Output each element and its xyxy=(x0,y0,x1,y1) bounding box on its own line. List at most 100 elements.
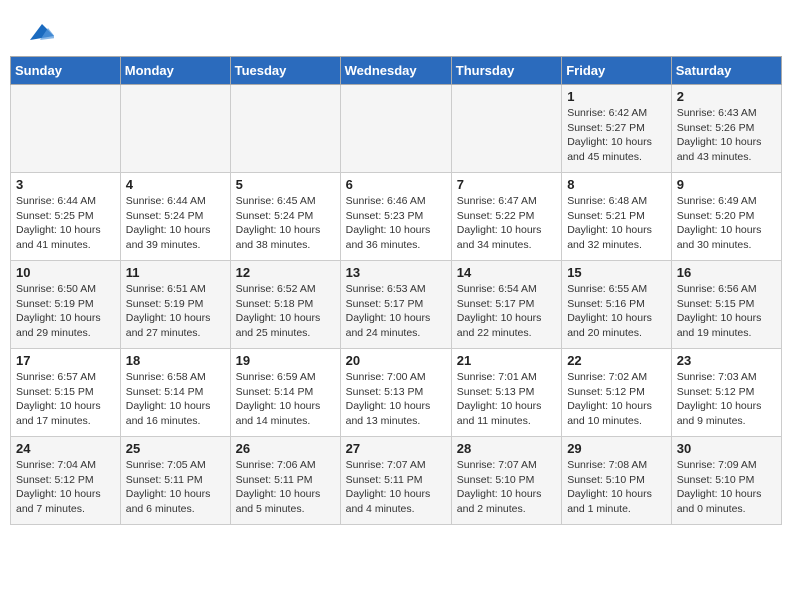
day-number: 8 xyxy=(567,177,666,192)
day-number: 5 xyxy=(236,177,335,192)
day-info: Sunrise: 7:07 AM Sunset: 5:11 PM Dayligh… xyxy=(346,458,446,517)
calendar-week-row: 10 Sunrise: 6:50 AM Sunset: 5:19 PM Dayli… xyxy=(11,261,782,349)
day-info: Sunrise: 7:09 AM Sunset: 5:10 PM Dayligh… xyxy=(677,458,776,517)
calendar-cell: 14 Sunrise: 6:54 AM Sunset: 5:17 PM Dayli… xyxy=(451,261,561,349)
calendar-cell xyxy=(120,85,230,173)
logo-icon xyxy=(22,16,54,48)
weekday-header: Saturday xyxy=(671,57,781,85)
weekday-header: Monday xyxy=(120,57,230,85)
day-number: 23 xyxy=(677,353,776,368)
calendar-table: SundayMondayTuesdayWednesdayThursdayFrid… xyxy=(10,56,782,525)
calendar-cell xyxy=(451,85,561,173)
day-info: Sunrise: 6:45 AM Sunset: 5:24 PM Dayligh… xyxy=(236,194,335,253)
weekday-header: Friday xyxy=(562,57,672,85)
calendar-cell: 12 Sunrise: 6:52 AM Sunset: 5:18 PM Dayli… xyxy=(230,261,340,349)
day-number: 28 xyxy=(457,441,556,456)
calendar-cell: 11 Sunrise: 6:51 AM Sunset: 5:19 PM Dayli… xyxy=(120,261,230,349)
page-header xyxy=(0,0,792,56)
day-info: Sunrise: 6:55 AM Sunset: 5:16 PM Dayligh… xyxy=(567,282,666,341)
calendar-cell: 1 Sunrise: 6:42 AM Sunset: 5:27 PM Daylig… xyxy=(562,85,672,173)
day-info: Sunrise: 7:03 AM Sunset: 5:12 PM Dayligh… xyxy=(677,370,776,429)
weekday-header: Thursday xyxy=(451,57,561,85)
day-info: Sunrise: 6:51 AM Sunset: 5:19 PM Dayligh… xyxy=(126,282,225,341)
calendar-cell: 10 Sunrise: 6:50 AM Sunset: 5:19 PM Dayli… xyxy=(11,261,121,349)
day-info: Sunrise: 6:47 AM Sunset: 5:22 PM Dayligh… xyxy=(457,194,556,253)
logo xyxy=(20,16,54,48)
day-number: 16 xyxy=(677,265,776,280)
calendar-cell: 26Sunrise: 7:06 AM Sunset: 5:11 PM Dayli… xyxy=(230,437,340,525)
calendar-cell: 6Sunrise: 6:46 AM Sunset: 5:23 PM Daylig… xyxy=(340,173,451,261)
day-number: 19 xyxy=(236,353,335,368)
calendar-cell: 18 Sunrise: 6:58 AM Sunset: 5:14 PM Dayli… xyxy=(120,349,230,437)
day-number: 10 xyxy=(16,265,115,280)
day-number: 3 xyxy=(16,177,115,192)
day-info: Sunrise: 7:01 AM Sunset: 5:13 PM Dayligh… xyxy=(457,370,556,429)
day-number: 30 xyxy=(677,441,776,456)
day-info: Sunrise: 6:49 AM Sunset: 5:20 PM Dayligh… xyxy=(677,194,776,253)
day-number: 18 xyxy=(126,353,225,368)
day-info: Sunrise: 7:08 AM Sunset: 5:10 PM Dayligh… xyxy=(567,458,666,517)
calendar-week-row: 1 Sunrise: 6:42 AM Sunset: 5:27 PM Daylig… xyxy=(11,85,782,173)
calendar-week-row: 24 Sunrise: 7:04 AM Sunset: 5:12 PM Dayli… xyxy=(11,437,782,525)
day-number: 14 xyxy=(457,265,556,280)
day-number: 1 xyxy=(567,89,666,104)
day-info: Sunrise: 7:07 AM Sunset: 5:10 PM Dayligh… xyxy=(457,458,556,517)
day-info: Sunrise: 6:48 AM Sunset: 5:21 PM Dayligh… xyxy=(567,194,666,253)
day-info: Sunrise: 6:54 AM Sunset: 5:17 PM Dayligh… xyxy=(457,282,556,341)
calendar-cell xyxy=(11,85,121,173)
calendar-cell: 7 Sunrise: 6:47 AM Sunset: 5:22 PM Daylig… xyxy=(451,173,561,261)
day-number: 11 xyxy=(126,265,225,280)
calendar-header: SundayMondayTuesdayWednesdayThursdayFrid… xyxy=(11,57,782,85)
day-info: Sunrise: 6:57 AM Sunset: 5:15 PM Dayligh… xyxy=(16,370,115,429)
day-number: 21 xyxy=(457,353,556,368)
calendar-cell xyxy=(340,85,451,173)
calendar-cell: 8 Sunrise: 6:48 AM Sunset: 5:21 PM Daylig… xyxy=(562,173,672,261)
day-info: Sunrise: 7:05 AM Sunset: 5:11 PM Dayligh… xyxy=(126,458,225,517)
calendar-cell: 5 Sunrise: 6:45 AM Sunset: 5:24 PM Daylig… xyxy=(230,173,340,261)
day-info: Sunrise: 6:52 AM Sunset: 5:18 PM Dayligh… xyxy=(236,282,335,341)
calendar-cell xyxy=(230,85,340,173)
day-number: 13 xyxy=(346,265,446,280)
calendar-cell: 15 Sunrise: 6:55 AM Sunset: 5:16 PM Dayli… xyxy=(562,261,672,349)
day-info: Sunrise: 6:58 AM Sunset: 5:14 PM Dayligh… xyxy=(126,370,225,429)
day-number: 9 xyxy=(677,177,776,192)
day-number: 29 xyxy=(567,441,666,456)
day-info: Sunrise: 6:56 AM Sunset: 5:15 PM Dayligh… xyxy=(677,282,776,341)
calendar-week-row: 17 Sunrise: 6:57 AM Sunset: 5:15 PM Dayli… xyxy=(11,349,782,437)
calendar-cell: 30 Sunrise: 7:09 AM Sunset: 5:10 PM Dayli… xyxy=(671,437,781,525)
day-number: 20 xyxy=(346,353,446,368)
calendar-cell: 19 Sunrise: 6:59 AM Sunset: 5:14 PM Dayli… xyxy=(230,349,340,437)
calendar-cell: 22Sunrise: 7:02 AM Sunset: 5:12 PM Dayli… xyxy=(562,349,672,437)
day-info: Sunrise: 6:43 AM Sunset: 5:26 PM Dayligh… xyxy=(677,106,776,165)
calendar-cell: 20 Sunrise: 7:00 AM Sunset: 5:13 PM Dayli… xyxy=(340,349,451,437)
calendar-cell: 29 Sunrise: 7:08 AM Sunset: 5:10 PM Dayli… xyxy=(562,437,672,525)
day-number: 12 xyxy=(236,265,335,280)
day-number: 26 xyxy=(236,441,335,456)
day-info: Sunrise: 7:00 AM Sunset: 5:13 PM Dayligh… xyxy=(346,370,446,429)
day-info: Sunrise: 7:02 AM Sunset: 5:12 PM Dayligh… xyxy=(567,370,666,429)
day-number: 15 xyxy=(567,265,666,280)
day-number: 25 xyxy=(126,441,225,456)
weekday-header: Sunday xyxy=(11,57,121,85)
day-number: 24 xyxy=(16,441,115,456)
calendar-cell: 9 Sunrise: 6:49 AM Sunset: 5:20 PM Daylig… xyxy=(671,173,781,261)
calendar-cell: 2Sunrise: 6:43 AM Sunset: 5:26 PM Daylig… xyxy=(671,85,781,173)
calendar-cell: 21 Sunrise: 7:01 AM Sunset: 5:13 PM Dayli… xyxy=(451,349,561,437)
day-number: 7 xyxy=(457,177,556,192)
day-info: Sunrise: 6:59 AM Sunset: 5:14 PM Dayligh… xyxy=(236,370,335,429)
calendar-cell: 16 Sunrise: 6:56 AM Sunset: 5:15 PM Dayli… xyxy=(671,261,781,349)
calendar-cell: 4 Sunrise: 6:44 AM Sunset: 5:24 PM Daylig… xyxy=(120,173,230,261)
day-info: Sunrise: 7:04 AM Sunset: 5:12 PM Dayligh… xyxy=(16,458,115,517)
day-info: Sunrise: 6:42 AM Sunset: 5:27 PM Dayligh… xyxy=(567,106,666,165)
day-info: Sunrise: 6:46 AM Sunset: 5:23 PM Dayligh… xyxy=(346,194,446,253)
calendar-cell: 17 Sunrise: 6:57 AM Sunset: 5:15 PM Dayli… xyxy=(11,349,121,437)
day-info: Sunrise: 6:44 AM Sunset: 5:24 PM Dayligh… xyxy=(126,194,225,253)
day-number: 4 xyxy=(126,177,225,192)
calendar-cell: 25 Sunrise: 7:05 AM Sunset: 5:11 PM Dayli… xyxy=(120,437,230,525)
day-number: 17 xyxy=(16,353,115,368)
calendar-week-row: 3 Sunrise: 6:44 AM Sunset: 5:25 PM Daylig… xyxy=(11,173,782,261)
calendar-container: SundayMondayTuesdayWednesdayThursdayFrid… xyxy=(0,56,792,535)
calendar-cell: 23 Sunrise: 7:03 AM Sunset: 5:12 PM Dayli… xyxy=(671,349,781,437)
day-info: Sunrise: 6:44 AM Sunset: 5:25 PM Dayligh… xyxy=(16,194,115,253)
day-info: Sunrise: 6:50 AM Sunset: 5:19 PM Dayligh… xyxy=(16,282,115,341)
